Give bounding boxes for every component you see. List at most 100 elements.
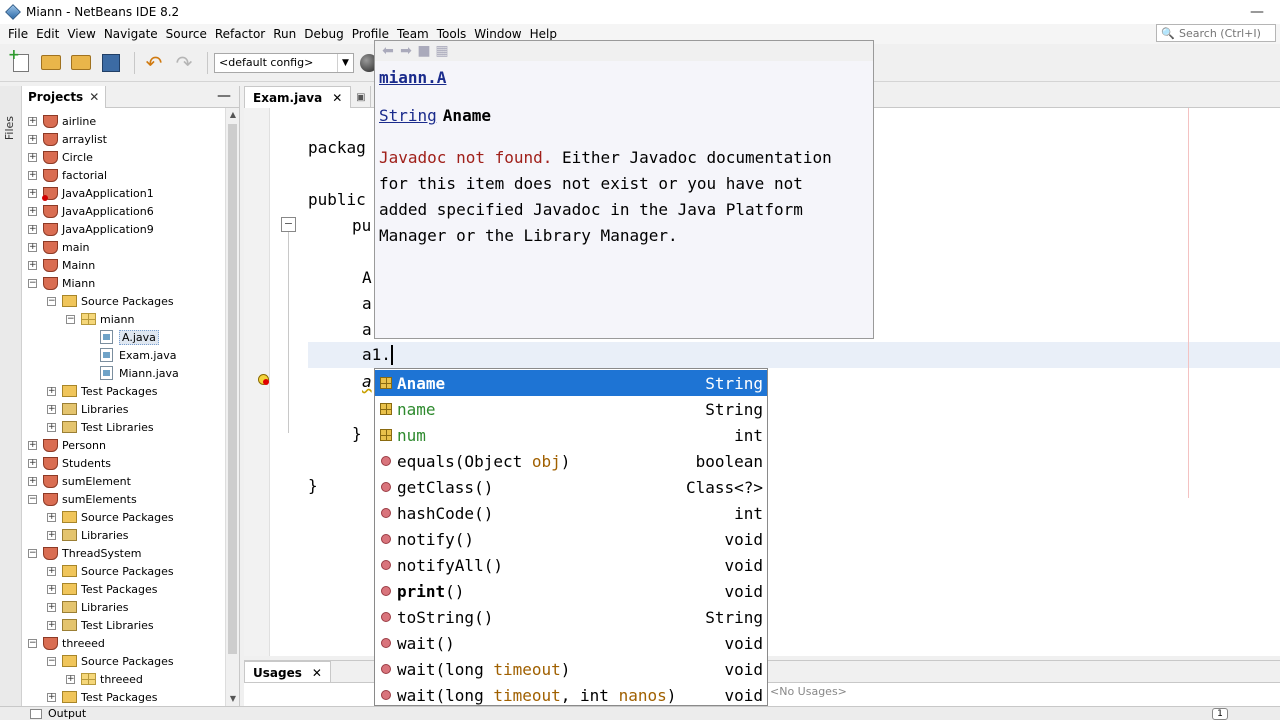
open-project-button[interactable]	[68, 50, 94, 76]
tree-scrollbar[interactable]: ▲ ▼	[225, 108, 239, 706]
collapse-icon[interactable]: −	[28, 638, 37, 648]
collapse-icon[interactable]: −	[28, 494, 37, 504]
expand-icon[interactable]: +	[28, 260, 37, 270]
expand-icon[interactable]: +	[47, 566, 56, 576]
completion-item[interactable]: wait() void	[375, 630, 767, 656]
config-select[interactable]: <default config> ▼	[214, 52, 354, 73]
javadoc-class-link[interactable]: miann.A	[379, 65, 869, 91]
expand-icon[interactable]: +	[28, 170, 37, 180]
completion-item[interactable]: wait(long timeout, int nanos) void	[375, 682, 767, 705]
scroll-thumb[interactable]	[228, 124, 237, 654]
tree-item[interactable]: + Test Libraries	[47, 418, 154, 436]
tree-item[interactable]: + threeed	[66, 670, 143, 688]
undo-button[interactable]: ↶	[141, 50, 167, 76]
close-icon[interactable]: ✕	[89, 90, 99, 104]
menu-refactor[interactable]: Refactor	[211, 24, 269, 44]
tree-item[interactable]: Miann.java	[85, 364, 179, 382]
completion-item[interactable]: wait(long timeout) void	[375, 656, 767, 682]
tree-item[interactable]: + Libraries	[47, 526, 129, 544]
chevron-down-icon[interactable]: ▼	[337, 53, 353, 72]
new-project-button[interactable]	[38, 50, 64, 76]
expand-icon[interactable]: +	[28, 458, 37, 468]
tab-usages[interactable]: Usages ✕	[244, 661, 331, 683]
expand-icon[interactable]: +	[28, 206, 37, 216]
tree-item[interactable]: + JavaApplication1	[28, 184, 154, 202]
menu-debug[interactable]: Debug	[300, 24, 347, 44]
tree-item[interactable]: − ThreadSystem	[28, 544, 141, 562]
expand-icon[interactable]: +	[28, 116, 37, 126]
output-icon[interactable]	[30, 708, 42, 719]
expand-icon[interactable]: +	[28, 134, 37, 144]
tree-item[interactable]: + Personn	[28, 436, 106, 454]
tree-item[interactable]: + JavaApplication9	[28, 220, 154, 238]
collapse-icon[interactable]: −	[28, 278, 37, 288]
open-browser-icon[interactable]: ▦	[433, 43, 451, 59]
tree-item[interactable]: + factorial	[28, 166, 107, 184]
fold-toggle[interactable]: −	[281, 217, 296, 232]
tree-item[interactable]: − threeed	[28, 634, 105, 652]
close-icon[interactable]: ✕	[312, 666, 322, 680]
tree-item[interactable]: + Test Packages	[47, 580, 157, 598]
back-icon[interactable]: ⬅	[379, 43, 397, 59]
expand-icon[interactable]: +	[47, 422, 56, 432]
new-file-button[interactable]	[8, 47, 34, 76]
minimize-panel-button[interactable]: —	[217, 88, 231, 104]
minimize-button[interactable]: —	[1234, 0, 1280, 24]
collapse-icon[interactable]: −	[66, 314, 75, 324]
completion-item[interactable]: getClass() Class<?>	[375, 474, 767, 500]
files-tab[interactable]: Files	[3, 116, 16, 140]
completion-item[interactable]: Aname String	[375, 370, 767, 396]
java-file-icon[interactable]: ▣	[351, 86, 372, 108]
tab-exam-java[interactable]: Exam.java ✕	[244, 86, 352, 108]
expand-icon[interactable]: +	[47, 620, 56, 630]
expand-icon[interactable]: +	[28, 440, 37, 450]
tree-item[interactable]: + arraylist	[28, 130, 107, 148]
tree-item[interactable]: − Source Packages	[47, 652, 174, 670]
expand-icon[interactable]: +	[47, 530, 56, 540]
tree-item[interactable]: A.java	[85, 328, 159, 346]
collapse-icon[interactable]: −	[47, 296, 56, 306]
menu-source[interactable]: Source	[162, 24, 211, 44]
tree-item[interactable]: + airline	[28, 112, 96, 130]
expand-icon[interactable]: +	[47, 584, 56, 594]
javadoc-type-link[interactable]: String	[379, 106, 437, 125]
completion-item[interactable]: name String	[375, 396, 767, 422]
tree-item[interactable]: + Source Packages	[47, 562, 174, 580]
close-icon[interactable]: ✕	[332, 91, 342, 105]
expand-icon[interactable]: +	[47, 386, 56, 396]
menu-view[interactable]: View	[63, 24, 99, 44]
completion-item[interactable]: hashCode() int	[375, 500, 767, 526]
redo-button[interactable]: ↷	[171, 50, 197, 76]
tree-item[interactable]: + Circle	[28, 148, 93, 166]
search-icon[interactable]: 🔍	[1157, 27, 1179, 40]
collapse-icon[interactable]: −	[28, 548, 37, 558]
scroll-up-icon[interactable]: ▲	[226, 108, 240, 122]
expand-icon[interactable]: +	[28, 242, 37, 252]
tree-item[interactable]: − Miann	[28, 274, 95, 292]
menu-navigate[interactable]: Navigate	[100, 24, 162, 44]
tree-item[interactable]: − sumElements	[28, 490, 137, 508]
tree-item[interactable]: + Test Libraries	[47, 616, 154, 634]
expand-icon[interactable]: +	[66, 674, 75, 684]
expand-icon[interactable]: +	[28, 188, 37, 198]
scroll-down-icon[interactable]: ▼	[226, 692, 240, 706]
expand-icon[interactable]: +	[47, 602, 56, 612]
menu-file[interactable]: File	[4, 24, 32, 44]
tree-item[interactable]: + Students	[28, 454, 111, 472]
tree-item[interactable]: + Test Packages	[47, 382, 157, 400]
tree-item[interactable]: + Libraries	[47, 598, 129, 616]
tree-item[interactable]: − Source Packages	[47, 292, 174, 310]
expand-icon[interactable]: +	[47, 692, 56, 702]
completion-item[interactable]: notify() void	[375, 526, 767, 552]
completion-item[interactable]: equals(Object obj) boolean	[375, 448, 767, 474]
completion-item[interactable]: num int	[375, 422, 767, 448]
tab-projects[interactable]: Projects ✕	[22, 85, 107, 108]
expand-icon[interactable]: +	[28, 224, 37, 234]
tree-item[interactable]: − miann	[66, 310, 134, 328]
collapse-icon[interactable]: −	[47, 656, 56, 666]
expand-icon[interactable]: +	[47, 512, 56, 522]
completion-item[interactable]: notifyAll() void	[375, 552, 767, 578]
menu-run[interactable]: Run	[269, 24, 300, 44]
search-input[interactable]	[1179, 26, 1273, 40]
tree-item[interactable]: + main	[28, 238, 89, 256]
